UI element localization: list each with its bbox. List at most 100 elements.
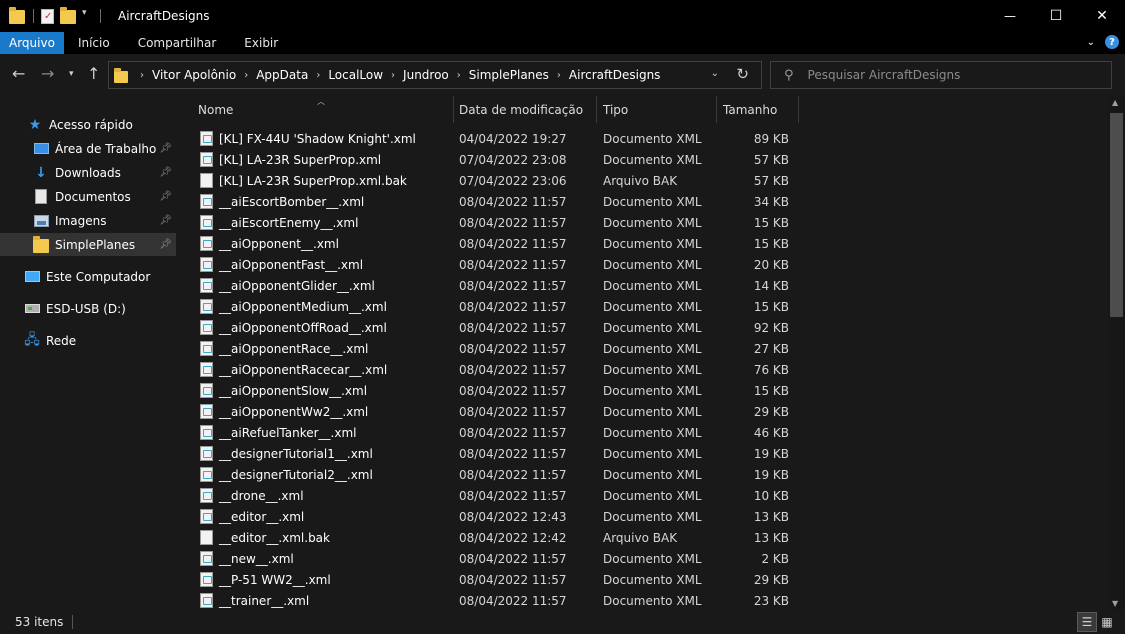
xml-file-icon — [200, 194, 213, 209]
pin-icon[interactable]: 📌︎ — [159, 239, 172, 250]
address-dropdown-icon[interactable]: ⌄ — [711, 68, 719, 79]
file-row[interactable]: __aiOpponentRacecar__.xml 08/04/2022 11:5… — [200, 359, 800, 380]
refresh-icon[interactable]: ↻ — [736, 65, 749, 83]
file-row[interactable]: [KL] LA-23R SuperProp.xml 07/04/2022 23:0… — [200, 149, 800, 170]
pin-icon[interactable]: 📌︎ — [159, 215, 172, 226]
column-header-type[interactable]: Tipo — [603, 96, 716, 123]
sidebar-item-acesso-rapido[interactable]: ★ Acesso rápido — [0, 113, 176, 136]
file-date: 08/04/2022 12:43 — [459, 509, 567, 524]
file-row[interactable]: __trainer__.xml 08/04/2022 11:57 Documento… — [200, 590, 800, 610]
xml-file-icon — [200, 362, 213, 377]
column-header-size[interactable]: Tamanho — [723, 96, 798, 123]
pin-icon[interactable]: 📌︎ — [159, 143, 172, 154]
file-size: 2 KB — [761, 551, 789, 566]
file-row[interactable]: __aiOpponentWw2__.xml 08/04/2022 11:57 Doc… — [200, 401, 800, 422]
file-row[interactable]: __P-51 WW2__.xml 08/04/2022 11:57 Document… — [200, 569, 800, 590]
file-row[interactable]: __designerTutorial2__.xml 08/04/2022 11:5… — [200, 464, 800, 485]
file-row[interactable]: __aiOpponentFast__.xml 08/04/2022 11:57 Do… — [200, 254, 800, 275]
help-icon[interactable]: ? — [1105, 35, 1119, 49]
file-name: __editor__.xml — [219, 509, 305, 524]
column-divider[interactable] — [798, 96, 799, 123]
file-row[interactable]: __new__.xml 08/04/2022 11:57 Documento XML… — [200, 548, 800, 569]
file-row[interactable]: __aiOpponentGlider__.xml 08/04/2022 11:57… — [200, 275, 800, 296]
file-date: 08/04/2022 11:57 — [459, 341, 567, 356]
search-box[interactable]: ⚲ Pesquisar AircraftDesigns — [770, 61, 1112, 89]
large-icons-view-icon[interactable]: ▦ — [1097, 612, 1117, 632]
up-arrow-icon[interactable]: ↑ — [87, 64, 100, 84]
details-view-icon[interactable]: ☰ — [1077, 612, 1097, 632]
sidebar-item-rede[interactable]: 🖧︎ Rede — [0, 329, 176, 352]
scroll-up-icon[interactable]: ▲ — [1112, 98, 1118, 107]
sidebar-item-este-computador[interactable]: Este Computador — [0, 265, 176, 288]
sidebar-item-area-de-trabalho[interactable]: Área de Trabalho 📌︎ — [0, 137, 176, 160]
file-row[interactable]: __aiOpponentSlow__.xml 08/04/2022 11:57 Do… — [200, 380, 800, 401]
chevron-right-icon[interactable]: › — [391, 70, 395, 81]
file-row[interactable]: [KL] LA-23R SuperProp.xml.bak 07/04/2022 … — [200, 170, 800, 191]
recent-locations-chevron-icon[interactable]: ▾ — [69, 64, 74, 84]
file-row[interactable]: __aiOpponentMedium__.xml 08/04/2022 11:57… — [200, 296, 800, 317]
chevron-right-icon[interactable]: › — [557, 70, 561, 81]
breadcrumb-item[interactable]: SimplePlanes — [469, 68, 549, 82]
file-date: 08/04/2022 11:57 — [459, 257, 567, 272]
expand-ribbon-icon[interactable]: ⌄ — [1087, 37, 1095, 48]
file-row[interactable]: __designerTutorial1__.xml 08/04/2022 11:5… — [200, 443, 800, 464]
file-name: __aiOpponentRace__.xml — [219, 341, 369, 356]
file-row[interactable]: __aiOpponent__.xml 08/04/2022 11:57 Docume… — [200, 233, 800, 254]
file-size: 10 KB — [753, 488, 789, 503]
column-divider[interactable] — [453, 96, 454, 123]
address-bar[interactable]: › Vitor Apolônio › AppData › LocalLow › Jun… — [108, 61, 762, 89]
breadcrumb-item[interactable]: LocalLow — [328, 68, 383, 82]
file-name: __aiOpponentGlider__.xml — [219, 278, 375, 293]
file-row[interactable]: __drone__.xml 08/04/2022 11:57 Documento X… — [200, 485, 800, 506]
new-folder-icon[interactable] — [60, 7, 76, 24]
column-divider[interactable] — [716, 96, 717, 123]
file-row[interactable]: __editor__.xml 08/04/2022 12:43 Documento … — [200, 506, 800, 527]
maximize-button[interactable]: ☐ — [1033, 0, 1079, 32]
file-row[interactable]: [KL] FX-44U 'Shadow Knight'.xml 04/04/202… — [200, 128, 800, 149]
file-row[interactable]: __aiEscortBomber__.xml 08/04/2022 11:57 Do… — [200, 191, 800, 212]
chevron-right-icon[interactable]: › — [457, 70, 461, 81]
sidebar-item-esd-usb[interactable]: ESD-USB (D:) — [0, 297, 176, 320]
breadcrumb-item[interactable]: Vitor Apolônio — [152, 68, 236, 82]
column-header-name[interactable]: Nome — [198, 96, 453, 123]
vertical-scrollbar[interactable]: ▲ ▼ — [1108, 96, 1125, 610]
chevron-right-icon[interactable]: › — [140, 70, 144, 81]
file-row[interactable]: __editor__.xml.bak 08/04/2022 12:42 Arquiv… — [200, 527, 800, 548]
sidebar-item-simpleplanes[interactable]: SimplePlanes 📌︎ — [0, 233, 176, 256]
sidebar-item-imagens[interactable]: Imagens 📌︎ — [0, 209, 176, 232]
column-header-date[interactable]: Data de modificação — [459, 96, 596, 123]
chevron-right-icon[interactable]: › — [316, 70, 320, 81]
sidebar-item-documentos[interactable]: Documentos 📌︎ — [0, 185, 176, 208]
file-type: Documento XML — [603, 278, 702, 293]
file-row[interactable]: __aiOpponentOffRoad__.xml 08/04/2022 11:5… — [200, 317, 800, 338]
chevron-right-icon[interactable]: › — [244, 70, 248, 81]
file-date: 08/04/2022 11:57 — [459, 320, 567, 335]
tab-compartilhar[interactable]: Compartilhar — [124, 32, 231, 54]
file-row[interactable]: __aiOpponentRace__.xml 08/04/2022 11:57 Do… — [200, 338, 800, 359]
tab-arquivo[interactable]: Arquivo — [0, 32, 64, 54]
back-arrow-icon[interactable]: ← — [12, 64, 25, 84]
file-row[interactable]: __aiRefuelTanker__.xml 08/04/2022 11:57 Do… — [200, 422, 800, 443]
scrollbar-thumb[interactable] — [1110, 113, 1123, 317]
pin-icon[interactable]: 📌︎ — [159, 167, 172, 178]
file-date: 08/04/2022 11:57 — [459, 278, 567, 293]
file-row[interactable]: __aiEscortEnemy__.xml 08/04/2022 11:57 Doc… — [200, 212, 800, 233]
tab-exibir[interactable]: Exibir — [230, 32, 292, 54]
tab-inicio[interactable]: Início — [64, 32, 124, 54]
column-divider[interactable] — [596, 96, 597, 123]
scroll-down-icon[interactable]: ▼ — [1112, 599, 1118, 608]
pin-icon[interactable]: 📌︎ — [159, 191, 172, 202]
file-type: Documento XML — [603, 194, 702, 209]
forward-arrow-icon[interactable]: → — [41, 64, 54, 84]
sidebar-item-downloads[interactable]: ↓ Downloads 📌︎ — [0, 161, 176, 184]
customize-toolbar-icon[interactable]: ▾ — [82, 8, 92, 24]
close-button[interactable]: ✕ — [1079, 0, 1125, 32]
file-name: __aiOpponentSlow__.xml — [219, 383, 368, 398]
breadcrumb-item[interactable]: AircraftDesigns — [569, 68, 661, 82]
minimize-button[interactable]: — — [987, 0, 1033, 32]
file-date: 08/04/2022 11:57 — [459, 236, 567, 251]
properties-icon[interactable]: ✓ — [41, 8, 54, 24]
navigation-pane: ★ Acesso rápido Área de Trabalho 📌︎ ↓ Do… — [0, 96, 180, 610]
breadcrumb-item[interactable]: Jundroo — [403, 68, 449, 82]
breadcrumb-item[interactable]: AppData — [256, 68, 308, 82]
